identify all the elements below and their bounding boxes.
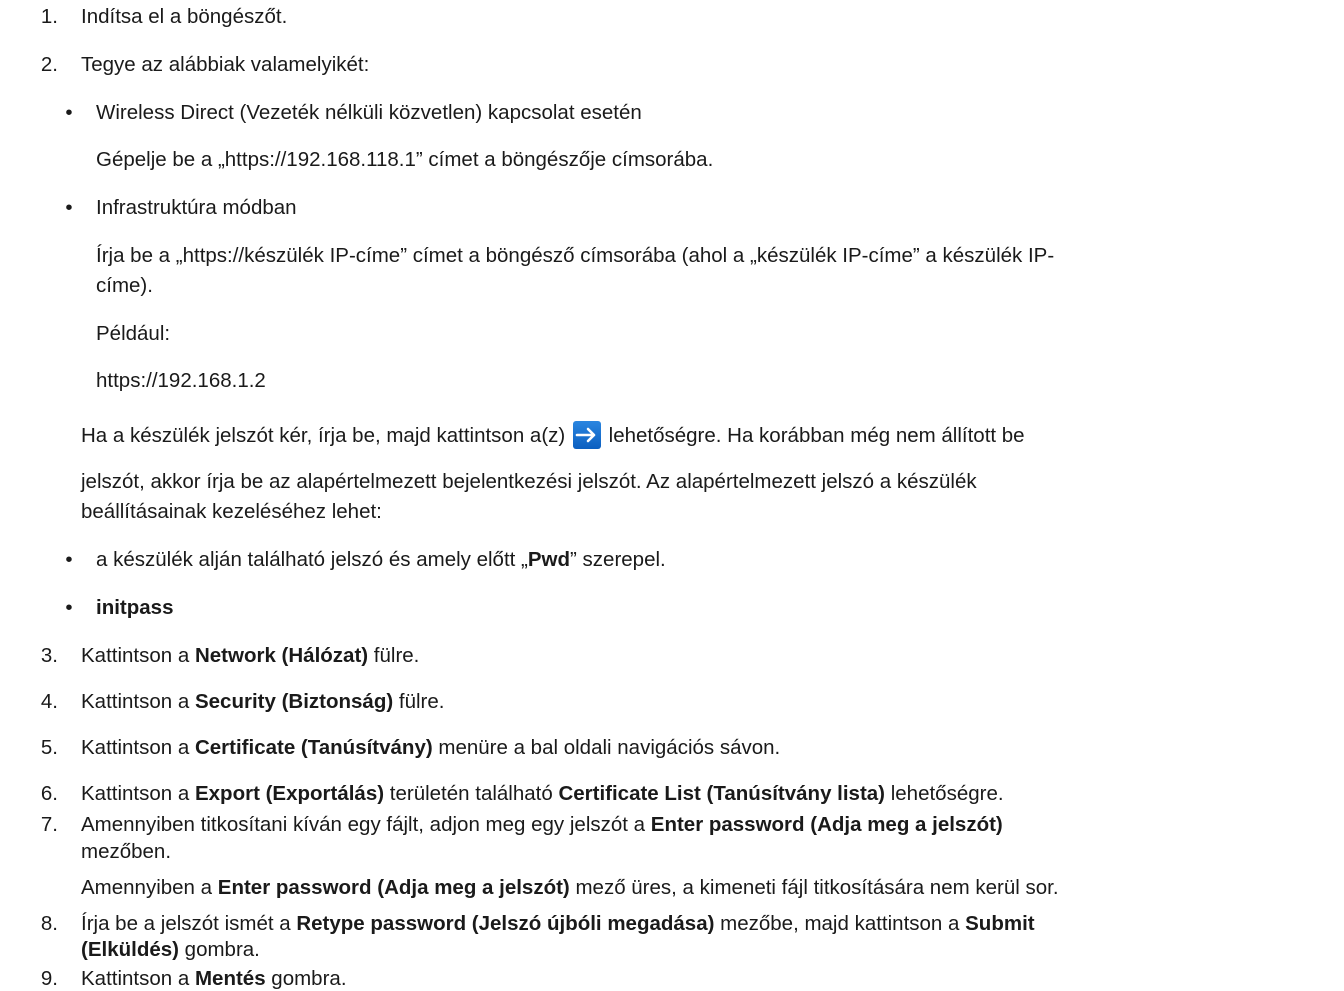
step-bold: Enter password (Adja meg a jelszót) [650,813,1003,836]
step-number: 5 [18,736,58,760]
pwd-pre: a készülék alján található jelszó és ame… [96,548,528,571]
step-text: Kattintson a Mentés gombra. [81,967,347,991]
note-bold: Enter password (Adja meg a jelszót) [217,876,570,899]
step-number: 3 [18,644,58,668]
step-bold-2: Certificate List (Tanúsítvány lista) [558,782,886,805]
step-mid: mezőbe, majd kattintson a [714,912,966,935]
password-text-post: lehetőségre. Ha korábban még nem állítot… [602,424,1025,447]
step-pre: Kattintson a [81,736,195,759]
wireless-text: Gépelje be a „https://192.168.118.1” cím… [96,148,714,171]
step-bold-2: Submit [965,912,1035,935]
step-text: Írja be a jelszót ismét a Retype passwor… [81,912,1035,936]
bullet-dot: • [65,101,73,124]
step-post: menüre a bal oldali navigációs sávon. [432,736,781,759]
step-mid: területén található [384,782,559,805]
step-text: Amennyiben titkosítani kíván egy fájlt, … [81,813,1003,837]
step-bold: Network (Hálózat) [194,644,369,667]
step-line2: gombra. [178,938,260,961]
document-page: { "steps": [ {"n": "1", "text": "Indítsa… [0,0,1344,991]
step-text: Kattintson a Export (Exportálás) terület… [81,782,1004,806]
pwd-post: ” szerepel. [570,548,666,571]
step-number: 9 [18,967,58,991]
bullet-title: Wireless Direct (Vezeték nélküli közvetl… [96,101,642,124]
bullet-dot: • [65,596,73,619]
pwd-bold: Pwd [527,548,571,571]
step-pre: Kattintson a [81,967,195,990]
example-label: Például: [96,322,171,345]
step-number: 8 [18,912,58,936]
step-text: Kattintson a Security (Biztonság) fülre. [81,690,444,714]
step-pre: Írja be a jelszót ismét a [81,912,297,935]
example-url: https://192.168.1.2 [96,369,266,392]
step-bold-3: (Elküldés) [81,938,179,961]
infra-text-line2: címe). [96,274,153,297]
step-pre: Kattintson a [81,782,195,805]
step-7-line2: mezőben. [81,840,172,863]
step-number: 4 [18,690,58,714]
step-pre: Kattintson a [81,690,195,713]
bullet-dot: • [65,548,73,571]
step-text: Kattintson a Certificate (Tanúsítvány) m… [81,736,780,760]
step-text: Kattintson a Network (Hálózat) fülre. [81,644,419,668]
step-number: 7 [18,813,58,837]
step-text: Indítsa el a böngészőt. [81,5,288,28]
step-post: fülre. [393,690,445,713]
password-paragraph-line3: beállításainak kezeléséhez lehet: [81,500,382,523]
step-pre: Kattintson a [81,644,195,667]
password-paragraph-line1: Ha a készülék jelszót kér, írja be, majd… [81,421,1025,449]
step-8-line2: (Elküldés) gombra. [81,938,260,962]
step-number: 2 [18,53,58,77]
step-text: Tegye az alábbiak valamelyikét: [81,53,370,76]
note-pre: Amennyiben a [81,876,218,899]
password-paragraph-line2: jelszót, akkor írja be az alapértelmezet… [81,470,977,493]
bullet-dot: • [65,196,73,219]
password-text-pre: Ha a készülék jelszót kér, írja be, majd… [81,424,571,447]
arrow-right-icon [572,421,601,449]
bullet-title: Infrastruktúra módban [96,196,297,219]
step-number: 6 [18,782,58,806]
infra-text-line1: Írja be a „https://készülék IP-címe” cím… [96,244,1055,267]
step-bold: Export (Exportálás) [194,782,385,805]
step-post: gombra. [265,967,347,990]
step-bold: Retype password (Jelszó újbóli megadása) [296,912,715,935]
step-bold: Mentés [194,967,266,990]
initpass-text: initpass [96,596,174,619]
step-bold: Certificate (Tanúsítvány) [194,736,433,759]
step-bold: Security (Biztonság) [194,690,394,713]
step-number: 1 [18,5,58,29]
step-pre: Amennyiben titkosítani kíván egy fájlt, … [81,813,651,836]
step-7-note: Amennyiben a Enter password (Adja meg a … [81,876,1059,900]
step-post: lehetőségre. [885,782,1004,805]
note-post: mező üres, a kimeneti fájl titkosítására… [569,876,1059,899]
bullet-text: a készülék alján található jelszó és ame… [96,548,666,572]
step-post: fülre. [368,644,420,667]
